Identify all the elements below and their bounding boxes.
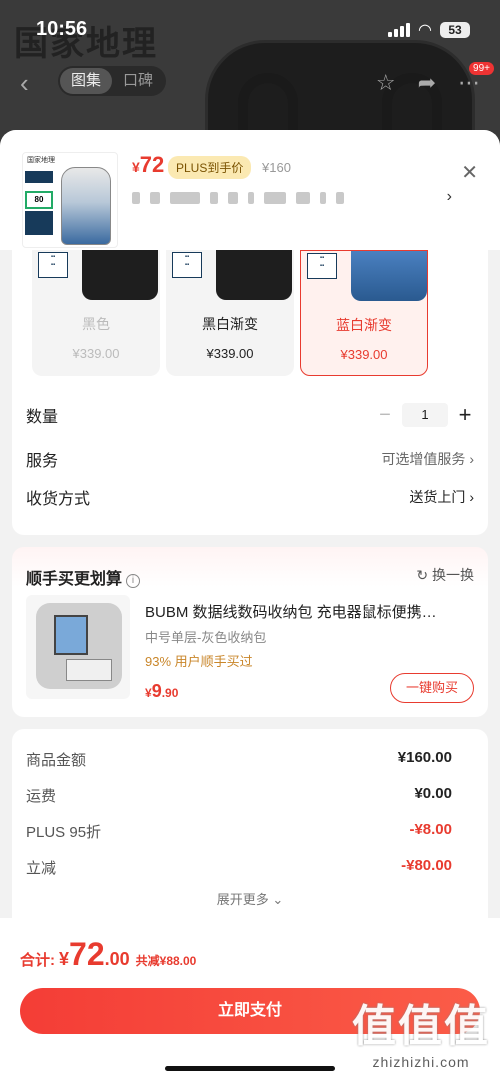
summary-row-plus-discount: PLUS 95折 -¥8.00	[26, 821, 452, 841]
service-value: 可选增值服务	[381, 451, 466, 467]
thumbnail-capacity: 80	[25, 191, 53, 209]
addon-title: 顺手买更划算	[26, 571, 123, 588]
color-badge: ▪▪ ▪▪	[307, 253, 337, 279]
quantity-input[interactable]: 1	[402, 403, 448, 427]
home-indicator	[165, 1066, 335, 1071]
status-time: 10:56	[36, 18, 88, 40]
nav-bar: ‹ 图集 口碑 ☆ ➦ ⋯ 99+	[0, 62, 500, 102]
addon-spec: 中号单层-灰色收纳包	[145, 630, 267, 645]
color-image	[82, 250, 158, 300]
chevron-right-icon: ›	[469, 489, 474, 505]
back-icon[interactable]: ‹	[20, 68, 29, 99]
chevron-right-icon[interactable]: ›	[447, 188, 452, 206]
selected-spec-redacted[interactable]	[132, 192, 344, 204]
color-image	[351, 251, 427, 301]
price-summary-card: 商品金额 ¥160.00 运费 ¥0.00 PLUS 95折 -¥8.00 立减 -¥8…	[12, 729, 488, 949]
color-option-blue-white[interactable]: ▪▪ ▪▪ 蓝白渐变 ¥339.00	[300, 250, 428, 376]
addon-product-image[interactable]	[26, 595, 130, 699]
addon-price: ¥9.90	[145, 681, 179, 701]
delivery-label: 收货方式	[26, 491, 91, 508]
refresh-button[interactable]: ↻ 换一换	[416, 565, 474, 585]
color-badge: ▪▪ ▪▪	[38, 252, 68, 278]
status-bar: 10:56 ◠ 53	[0, 0, 500, 56]
tab-reviews[interactable]: 口碑	[112, 68, 164, 94]
addon-product-name[interactable]: BUBM 数据线数码收纳包 充电器鼠标便携…	[145, 601, 485, 622]
chevron-down-icon: ⌄	[272, 892, 284, 907]
summary-row-shipping: 运费 ¥0.00	[26, 785, 452, 805]
product-thumbnail: 国家地理 80	[22, 152, 118, 248]
favorite-star-icon[interactable]: ☆	[376, 70, 396, 96]
decrement-button[interactable]: −	[376, 404, 394, 427]
chevron-right-icon: ›	[469, 451, 474, 467]
color-option-black-white[interactable]: ▪▪ ▪▪ 黑白渐变 ¥339.00	[166, 250, 294, 376]
battery-icon: 53	[440, 22, 470, 38]
quantity-stepper: − 1 +	[376, 402, 474, 428]
delivery-row[interactable]: 收货方式 送货上门 ›	[26, 482, 474, 512]
spec-card: ▪▪ ▪▪ 黑色 ¥339.00 ▪▪ ▪▪ 黑白渐变 ¥339.00 ▪▪ ▪▪ 蓝…	[12, 250, 488, 535]
close-icon[interactable]: ✕	[461, 160, 478, 185]
cart-badge: 99+	[469, 62, 494, 75]
color-image	[216, 250, 292, 300]
total-price: 合计: ¥72.00 共减¥88.00	[20, 936, 197, 972]
summary-row-instant-discount: 立减 -¥80.00	[26, 857, 452, 877]
header-price: ¥72	[132, 152, 165, 177]
expand-more-button[interactable]: 展开更多 ⌄	[12, 889, 488, 908]
increment-button[interactable]: +	[456, 402, 474, 428]
sheet-header: 国家地理 80 ¥72 PLUS到手价 ¥160 ✕ ›	[0, 130, 500, 250]
total-savings: 共减¥88.00	[135, 954, 197, 968]
addon-popularity: 93% 用户顺手买过	[145, 654, 253, 669]
tab-switcher: 图集 口碑	[58, 66, 166, 96]
service-row[interactable]: 服务 可选增值服务 ›	[26, 444, 474, 474]
service-label: 服务	[26, 453, 59, 470]
one-click-buy-button[interactable]: 一键购买	[390, 673, 474, 703]
plus-price-tag: PLUS到手价	[168, 156, 252, 179]
addon-card: 顺手买更划算 i ↻ 换一换 BUBM 数据线数码收纳包 充电器鼠标便携… 中号单…	[12, 547, 488, 717]
backpack-image	[61, 167, 111, 245]
checkout-footer: 合计: ¥72.00 共减¥88.00 立即支付 值值值 zhizhizhi.c…	[0, 918, 500, 1082]
summary-row-subtotal: 商品金额 ¥160.00	[26, 749, 452, 769]
tab-gallery[interactable]: 图集	[60, 68, 112, 94]
delivery-value: 送货上门	[409, 489, 466, 505]
color-option-black[interactable]: ▪▪ ▪▪ 黑色 ¥339.00	[32, 250, 160, 376]
info-icon[interactable]: i	[126, 574, 141, 588]
watermark-logo: 值值值 zhizhizhi.com	[352, 1002, 490, 1070]
refresh-icon: ↻	[416, 567, 429, 583]
signal-icon	[388, 23, 411, 37]
share-icon[interactable]: ➦	[418, 70, 436, 96]
original-price: ¥160	[262, 160, 291, 175]
quantity-row: 数量 − 1 +	[26, 400, 474, 430]
quantity-label: 数量	[26, 409, 59, 426]
thumbnail-brand: 国家地理	[27, 157, 55, 164]
color-options: ▪▪ ▪▪ 黑色 ¥339.00 ▪▪ ▪▪ 黑白渐变 ¥339.00 ▪▪ ▪▪ 蓝…	[32, 250, 428, 376]
wifi-icon: ◠	[418, 22, 432, 39]
color-badge: ▪▪ ▪▪	[172, 252, 202, 278]
